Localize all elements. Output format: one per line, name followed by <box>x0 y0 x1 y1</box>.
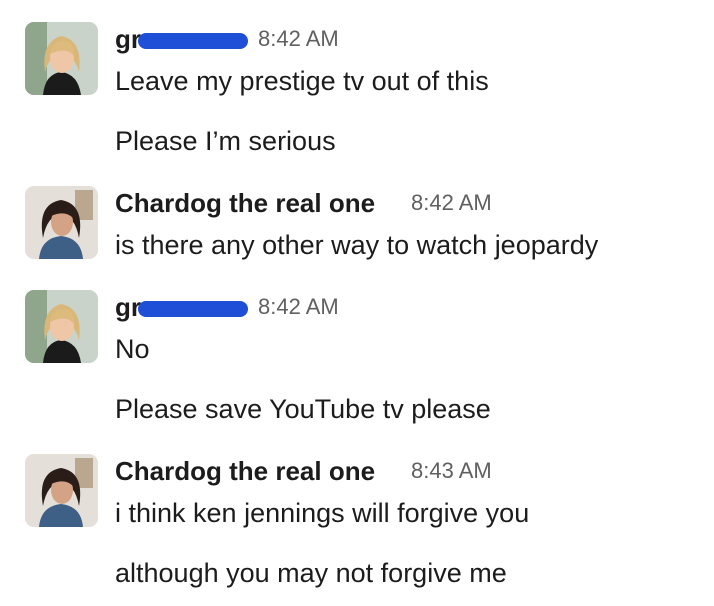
message-text: i think ken jennings will forgive you <box>115 498 530 528</box>
message-text: is there any other way to watch jeopardy <box>115 230 599 260</box>
redaction-mark <box>138 301 248 317</box>
timestamp[interactable]: 8:42 AM <box>411 188 492 218</box>
message-text: Please I’m serious <box>115 126 336 156</box>
redaction-mark <box>138 33 248 49</box>
author-name[interactable]: Chardog the real one <box>115 188 375 218</box>
timestamp[interactable]: 8:43 AM <box>411 456 492 486</box>
timestamp[interactable]: 8:42 AM <box>258 24 339 54</box>
message-text: Leave my prestige tv out of this <box>115 66 489 96</box>
message-text: although you may not forgive me <box>115 558 507 588</box>
message-text: Please save YouTube tv please <box>115 394 491 424</box>
avatar[interactable] <box>25 290 98 363</box>
message-text: No <box>115 334 150 364</box>
avatar[interactable] <box>25 186 98 259</box>
author-name[interactable]: Chardog the real one <box>115 456 375 486</box>
avatar[interactable] <box>25 454 98 527</box>
timestamp[interactable]: 8:42 AM <box>258 292 339 322</box>
avatar[interactable] <box>25 22 98 95</box>
